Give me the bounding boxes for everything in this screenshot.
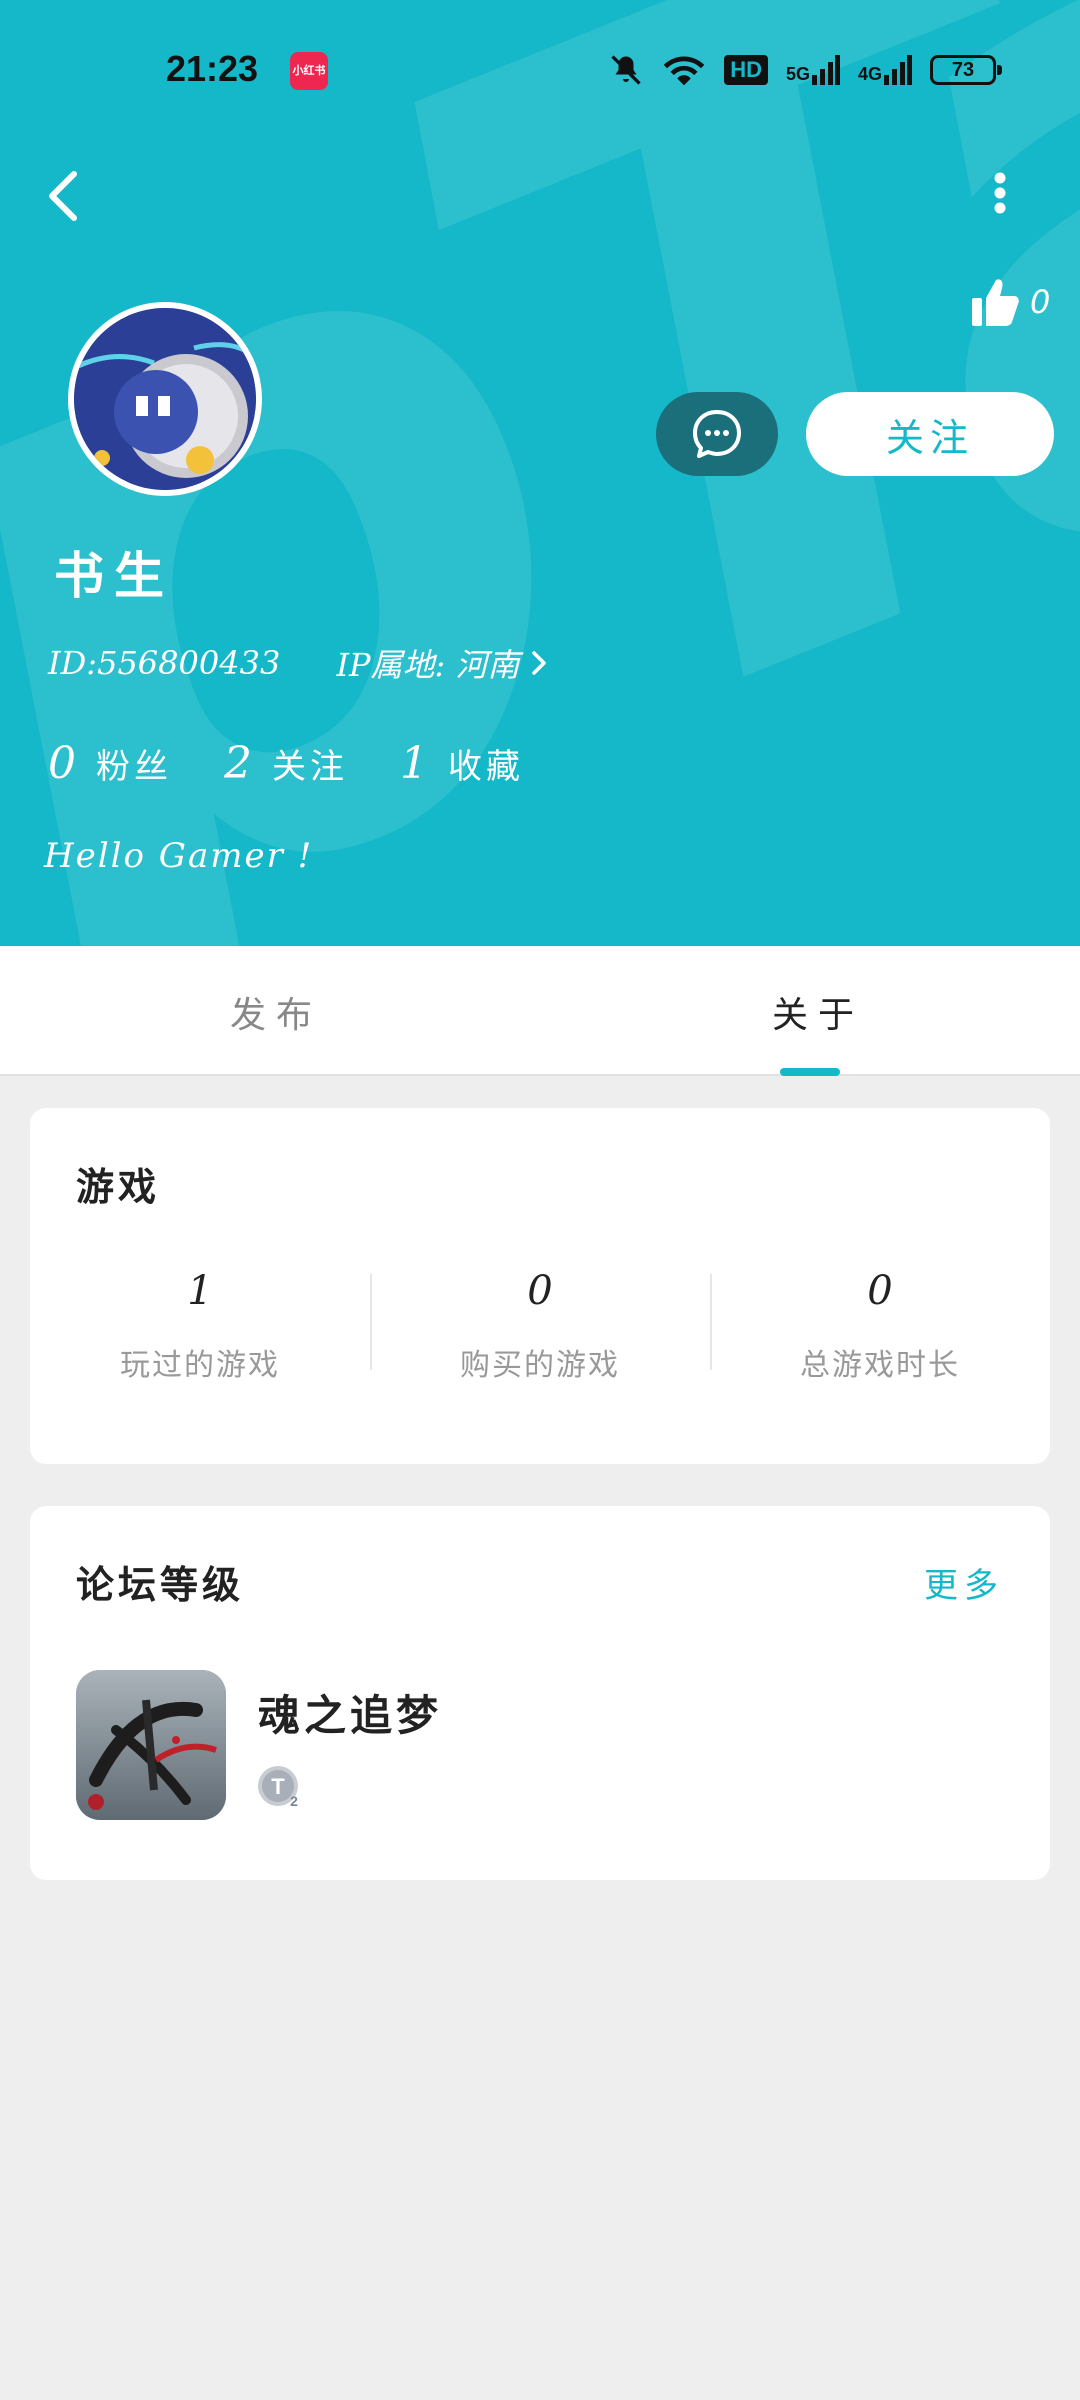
stat-played-games[interactable]: 1 玩过的游戏 — [30, 1268, 370, 1388]
stat-total-playtime[interactable]: 0 总游戏时长 — [710, 1268, 1050, 1388]
stat-label: 粉丝 — [96, 747, 172, 787]
wifi-icon — [663, 56, 705, 86]
avatar[interactable] — [68, 302, 262, 496]
stat-label: 玩过的游戏 — [120, 1348, 280, 1383]
signal-5g-icon: 5G — [786, 55, 840, 85]
status-icons: HD 5G 4G 73 — [608, 48, 1002, 92]
thumbs-up-icon — [972, 279, 1019, 326]
chevron-right-icon — [532, 651, 547, 675]
like-count: 0 — [1030, 283, 1051, 321]
stat-number: 0 — [867, 1268, 893, 1314]
stat-number: 1 — [187, 1268, 213, 1314]
chevron-left-icon — [49, 171, 77, 221]
message-button[interactable] — [656, 392, 778, 476]
chat-bubble-icon — [693, 410, 741, 458]
stat-following[interactable]: 2 关注 — [224, 738, 348, 789]
game-icon[interactable] — [76, 1670, 226, 1820]
back-button[interactable] — [40, 160, 90, 230]
profile-bio: Hello Gamer ! — [44, 836, 314, 876]
games-card-title: 游戏 — [76, 1164, 161, 1209]
game-cover-icon — [76, 1670, 226, 1820]
forum-level-card: 论坛等级 更多 魂之追梦 T 2 — [30, 1506, 1050, 1880]
stat-label: 关注 — [272, 747, 348, 787]
forum-game-name[interactable]: 魂之追梦 — [258, 1682, 442, 1743]
ip-location: IP属地: 河南 — [336, 646, 520, 684]
stat-number: 0 — [48, 738, 76, 789]
stat-label: 收藏 — [448, 747, 524, 787]
games-card: 游戏 1 玩过的游戏 0 购买的游戏 0 总游戏时长 — [30, 1108, 1050, 1464]
like-button[interactable]: 0 — [970, 276, 1050, 328]
profile-tabs: 发布 关于 — [0, 946, 1080, 1076]
robot-avatar-icon — [74, 308, 256, 490]
tab-publish[interactable]: 发布 — [230, 986, 322, 1038]
level-badge-icon: T 2 — [256, 1764, 304, 1812]
level-badge-label: T — [271, 1774, 285, 1799]
signal-4g-icon: 4G — [858, 55, 912, 85]
stat-fans[interactable]: 0 粉丝 — [48, 738, 172, 789]
stat-purchased-games[interactable]: 0 购买的游戏 — [370, 1268, 710, 1388]
app-notification-badge: 小红书 — [290, 52, 328, 90]
profile-header: pTa 21:23 小红书 HD 5G 4G 73 0 关注 书生 ID:556… — [0, 0, 1080, 946]
more-vertical-icon — [994, 172, 1006, 214]
stat-number: 0 — [527, 1268, 553, 1314]
svg-text:2: 2 — [290, 1793, 298, 1809]
profile-name: 书生 — [54, 546, 174, 605]
follow-button[interactable]: 关注 — [806, 392, 1054, 476]
network-5g-label: 5G — [785, 64, 810, 84]
status-bar: 21:23 小红书 HD 5G 4G 73 — [0, 0, 1080, 140]
more-options-button[interactable] — [980, 160, 1020, 230]
stat-number: 2 — [224, 738, 252, 789]
avatar-image — [74, 308, 256, 490]
mute-bell-icon — [611, 55, 641, 85]
stat-number: 1 — [400, 738, 428, 789]
stat-label: 总游戏时长 — [800, 1348, 960, 1383]
user-id: ID:556800433 — [48, 644, 281, 682]
status-time: 21:23 — [166, 48, 259, 89]
id-row: ID:556800433 IP属地: 河南 — [48, 640, 549, 686]
network-4g-label: 4G — [857, 64, 882, 84]
stat-favorites[interactable]: 1 收藏 — [400, 738, 524, 789]
ip-location-link[interactable]: IP属地: 河南 — [336, 640, 549, 686]
tab-active-indicator — [780, 1068, 840, 1076]
hd-indicator: HD — [724, 55, 768, 85]
more-link[interactable]: 更多 — [924, 1558, 1004, 1607]
profile-stats: 0 粉丝 2 关注 1 收藏 — [48, 738, 524, 789]
stat-label: 购买的游戏 — [460, 1348, 620, 1383]
battery-indicator: 73 — [930, 55, 1002, 85]
forum-card-title: 论坛等级 — [76, 1562, 245, 1607]
tab-about[interactable]: 关于 — [772, 986, 864, 1038]
game-stats: 1 玩过的游戏 0 购买的游戏 0 总游戏时长 — [30, 1268, 1050, 1388]
